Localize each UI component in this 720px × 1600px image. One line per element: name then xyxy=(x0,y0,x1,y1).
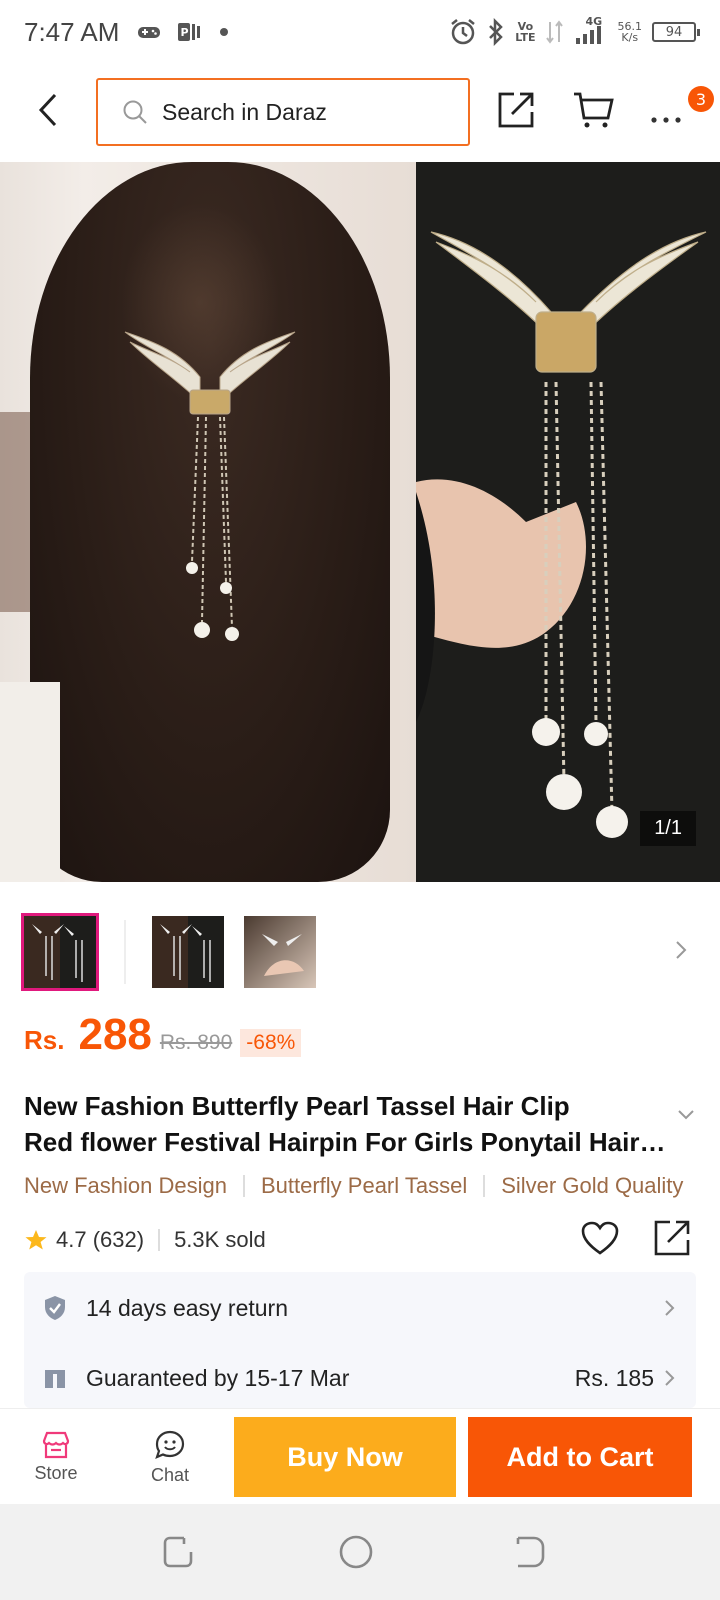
image-page-indicator: 1/1 xyxy=(640,811,696,846)
cart-button[interactable] xyxy=(572,90,614,134)
chat-icon xyxy=(155,1430,185,1459)
star-icon xyxy=(25,1230,47,1250)
top-header: Search in Daraz 3 xyxy=(0,64,720,160)
price-currency: Rs. xyxy=(24,1025,65,1055)
dot-icon xyxy=(220,28,229,36)
heart-icon xyxy=(581,1221,619,1255)
signal-icon xyxy=(545,20,563,44)
alarm-icon xyxy=(451,19,476,45)
p-app-icon: P xyxy=(178,23,201,41)
home-button[interactable] xyxy=(338,1534,374,1574)
thumbnail-strip xyxy=(21,913,696,991)
original-price: Rs. 890 xyxy=(159,1031,233,1054)
price-row: Rs. 288 Rs. 890 -68% xyxy=(24,1010,302,1060)
share-product-button[interactable] xyxy=(652,1218,692,1263)
product-photo-hand: 1/1 xyxy=(416,162,720,882)
svg-text:P: P xyxy=(181,26,189,39)
expand-title-chevron-icon[interactable] xyxy=(676,1108,696,1122)
chevron-right-icon[interactable] xyxy=(674,938,688,962)
search-placeholder: Search in Daraz xyxy=(162,98,327,125)
home-circle-icon xyxy=(339,1535,373,1569)
product-image-gallery[interactable]: 1/1 xyxy=(0,162,720,882)
return-policy-text: 14 days easy return xyxy=(86,1294,289,1321)
product-photo-hair xyxy=(0,162,416,882)
hand-holding-clip-illustration xyxy=(416,231,707,838)
sold-count: 5.3K sold xyxy=(174,1227,266,1252)
recents-icon xyxy=(163,1536,193,1568)
thumbnail-2[interactable] xyxy=(152,916,224,988)
share-icon xyxy=(654,1220,690,1256)
discount-badge: -68% xyxy=(240,1029,302,1057)
notification-badge: 3 xyxy=(688,86,714,112)
search-input[interactable]: Search in Daraz xyxy=(96,78,470,146)
cart-icon xyxy=(574,92,614,128)
status-time: 7:47 AM xyxy=(24,16,120,47)
more-dots-icon xyxy=(651,117,681,123)
hair-clip-illustration xyxy=(124,331,296,641)
delivery-row[interactable]: Guaranteed by 15-17 Mar Rs. 185 xyxy=(24,1346,696,1408)
thumbnail-1[interactable] xyxy=(21,913,99,991)
store-button[interactable]: Store xyxy=(16,1419,96,1495)
shield-check-icon xyxy=(45,1296,65,1320)
chat-button[interactable]: Chat xyxy=(130,1419,210,1495)
share-icon xyxy=(498,92,534,128)
service-info-card: 14 days easy return Guaranteed by 15-17 … xyxy=(24,1272,696,1408)
status-bar: 7:47 AM P Vo LTE 4G 56.1 K/s 94 xyxy=(0,0,720,64)
store-icon xyxy=(42,1431,70,1458)
rating-row: 4.7 (632) 5.3K sold xyxy=(24,1216,696,1264)
bottom-action-bar: Store Chat Buy Now Add to Cart xyxy=(0,1408,720,1504)
product-tags: New Fashion Design Butterfly Pearl Tasse… xyxy=(24,1168,720,1204)
product-title: New Fashion Butterfly Pearl Tassel Hair … xyxy=(24,1091,674,1157)
battery-indicator: 94 xyxy=(652,22,700,42)
share-button[interactable] xyxy=(496,90,536,134)
delivery-text: Guaranteed by 15-17 Mar xyxy=(86,1364,350,1391)
tag-item[interactable]: Silver Gold Quality xyxy=(501,1173,683,1199)
system-navigation-bar xyxy=(0,1504,720,1600)
return-policy-row[interactable]: 14 days easy return xyxy=(24,1276,696,1340)
chevron-left-icon xyxy=(38,93,57,127)
volte-indicator: Vo LTE xyxy=(515,20,536,44)
bluetooth-icon xyxy=(489,18,504,46)
delivery-box-icon xyxy=(45,1370,65,1388)
recents-button[interactable] xyxy=(162,1534,194,1574)
back-nav-icon xyxy=(516,1536,545,1568)
buy-now-button[interactable]: Buy Now xyxy=(234,1417,456,1497)
delivery-fee: Rs. 185 xyxy=(574,1364,654,1391)
search-icon xyxy=(123,100,147,124)
net-speed: 56.1 K/s xyxy=(617,20,643,44)
tag-item[interactable]: New Fashion Design xyxy=(24,1173,227,1199)
back-nav-button[interactable] xyxy=(512,1534,546,1574)
thumbnail-3[interactable] xyxy=(244,916,316,988)
back-button[interactable] xyxy=(30,90,66,130)
tag-item[interactable]: Butterfly Pearl Tassel xyxy=(261,1173,467,1199)
current-price: 288 xyxy=(78,1010,152,1059)
network-signal: 4G xyxy=(574,16,608,46)
rating-value[interactable]: 4.7 (632) xyxy=(56,1227,144,1253)
gamepad-icon xyxy=(138,27,161,38)
chevron-right-icon xyxy=(665,1370,675,1386)
chevron-right-icon xyxy=(665,1300,675,1316)
add-to-cart-button[interactable]: Add to Cart xyxy=(468,1417,692,1497)
wishlist-button[interactable] xyxy=(580,1220,620,1261)
more-options-button[interactable] xyxy=(650,98,682,131)
